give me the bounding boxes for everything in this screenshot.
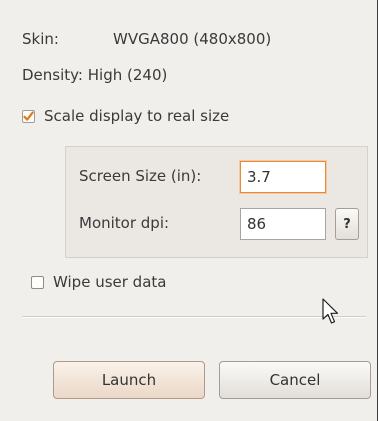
screen-size-input[interactable] bbox=[240, 161, 326, 193]
wipe-user-data-checkbox-row[interactable]: Wipe user data bbox=[31, 273, 166, 291]
skin-value: WVGA800 (480x800) bbox=[113, 30, 272, 48]
mouse-pointer-icon bbox=[322, 298, 339, 324]
monitor-dpi-label: Monitor dpi: bbox=[79, 214, 170, 232]
scale-display-label: Scale display to real size bbox=[44, 107, 230, 125]
launch-button[interactable]: Launch bbox=[53, 361, 205, 399]
check-icon bbox=[23, 111, 34, 121]
skin-label: Skin: bbox=[22, 30, 59, 48]
scale-display-checkbox-row[interactable]: Scale display to real size bbox=[22, 107, 229, 125]
dpi-help-button[interactable]: ? bbox=[335, 208, 359, 240]
scale-display-checkbox[interactable] bbox=[22, 109, 35, 123]
monitor-dpi-input[interactable] bbox=[240, 208, 326, 240]
launch-options-dialog: Skin: WVGA800 (480x800) Density: High (2… bbox=[0, 0, 378, 421]
wipe-user-data-checkbox[interactable] bbox=[31, 275, 44, 289]
wipe-user-data-label: Wipe user data bbox=[53, 273, 167, 291]
density-text: Density: High (240) bbox=[22, 66, 168, 84]
separator bbox=[22, 316, 366, 318]
screen-size-label: Screen Size (in): bbox=[79, 167, 202, 185]
cancel-button[interactable]: Cancel bbox=[219, 361, 371, 399]
